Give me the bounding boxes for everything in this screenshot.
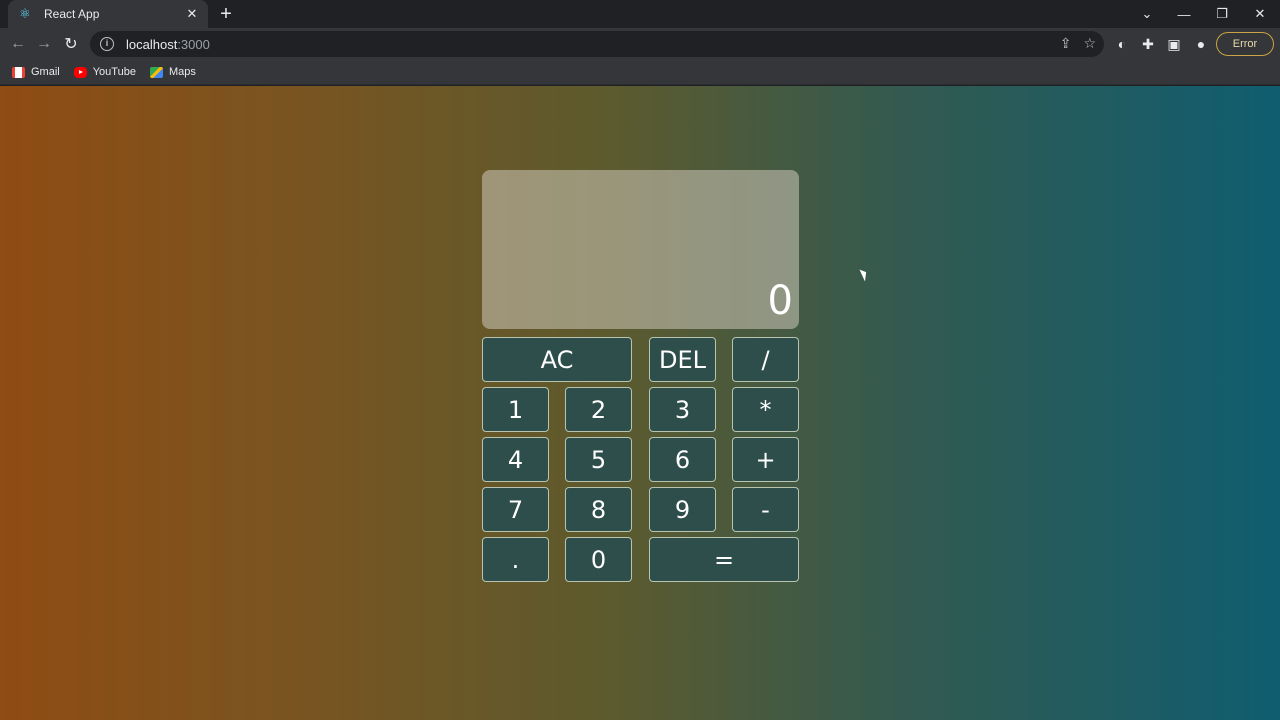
digit-0-button[interactable]: 0 [565, 537, 632, 582]
new-tab-button[interactable]: + [216, 4, 236, 24]
digit-3-button[interactable]: 3 [649, 387, 716, 432]
bookmark-maps[interactable]: Maps [149, 66, 196, 78]
browser-toolbar: ← → ↻ i localhost:3000 ⇪ ☆ ◐ ✚ ▣ ● Error [0, 28, 1280, 60]
extension-icon[interactable]: ◐ [1110, 32, 1134, 56]
bookmark-label: Gmail [31, 66, 60, 78]
restore-button[interactable]: ❐ [1203, 0, 1241, 28]
calculator-display: 0 [482, 170, 799, 329]
clear-all-button[interactable]: AC [482, 337, 632, 382]
plus-button[interactable]: + [732, 437, 799, 482]
profile-error-button[interactable]: Error [1216, 32, 1274, 56]
bookmark-star-icon[interactable]: ☆ [1083, 35, 1096, 52]
equals-button[interactable]: = [649, 537, 799, 582]
url-text: localhost:3000 [126, 36, 210, 52]
youtube-icon [73, 66, 87, 78]
delete-button[interactable]: DEL [649, 337, 716, 382]
page-viewport: 0 AC DEL / 1 2 3 * 4 5 6 + 7 8 9 - . 0 = [0, 86, 1280, 720]
digit-8-button[interactable]: 8 [565, 487, 632, 532]
digit-6-button[interactable]: 6 [649, 437, 716, 482]
display-value: 0 [767, 278, 793, 324]
tab-title: React App [44, 7, 100, 21]
tab-search-icon[interactable]: ⌄ [1128, 0, 1166, 28]
tab-strip: ⚛ React App ✕ + ⌄ — ❐ ✕ [0, 0, 1280, 28]
profile-icon[interactable]: ● [1189, 32, 1213, 56]
share-icon[interactable]: ⇪ [1060, 35, 1072, 52]
side-panel-icon[interactable]: ▣ [1162, 32, 1186, 56]
back-icon[interactable]: ← [6, 32, 30, 56]
bookmark-label: Maps [168, 66, 196, 78]
minimize-button[interactable]: — [1165, 0, 1203, 28]
maps-icon [149, 66, 163, 78]
multiply-button[interactable]: * [732, 387, 799, 432]
react-icon: ⚛ [19, 6, 31, 21]
reload-icon[interactable]: ↻ [59, 32, 83, 56]
bookmarks-bar: Gmail YouTube Maps [0, 60, 1280, 85]
forward-icon[interactable]: → [32, 32, 56, 56]
extensions-puzzle-icon[interactable]: ✚ [1136, 32, 1160, 56]
digit-7-button[interactable]: 7 [482, 487, 549, 532]
tab-close-icon[interactable]: ✕ [184, 6, 200, 22]
browser-tab[interactable]: ⚛ React App ✕ [8, 0, 208, 28]
digit-4-button[interactable]: 4 [482, 437, 549, 482]
digit-1-button[interactable]: 1 [482, 387, 549, 432]
digit-2-button[interactable]: 2 [565, 387, 632, 432]
bookmark-label: YouTube [92, 66, 136, 78]
minus-button[interactable]: - [732, 487, 799, 532]
gmail-icon [12, 66, 25, 78]
digit-5-button[interactable]: 5 [565, 437, 632, 482]
window-close-button[interactable]: ✕ [1241, 0, 1279, 28]
site-info-icon[interactable]: i [100, 37, 114, 51]
digit-9-button[interactable]: 9 [649, 487, 716, 532]
divide-button[interactable]: / [732, 337, 799, 382]
address-bar[interactable]: i localhost:3000 ⇪ ☆ [90, 31, 1104, 57]
bookmark-gmail[interactable]: Gmail [12, 66, 60, 78]
decimal-button[interactable]: . [482, 537, 549, 582]
bookmark-youtube[interactable]: YouTube [73, 66, 136, 78]
